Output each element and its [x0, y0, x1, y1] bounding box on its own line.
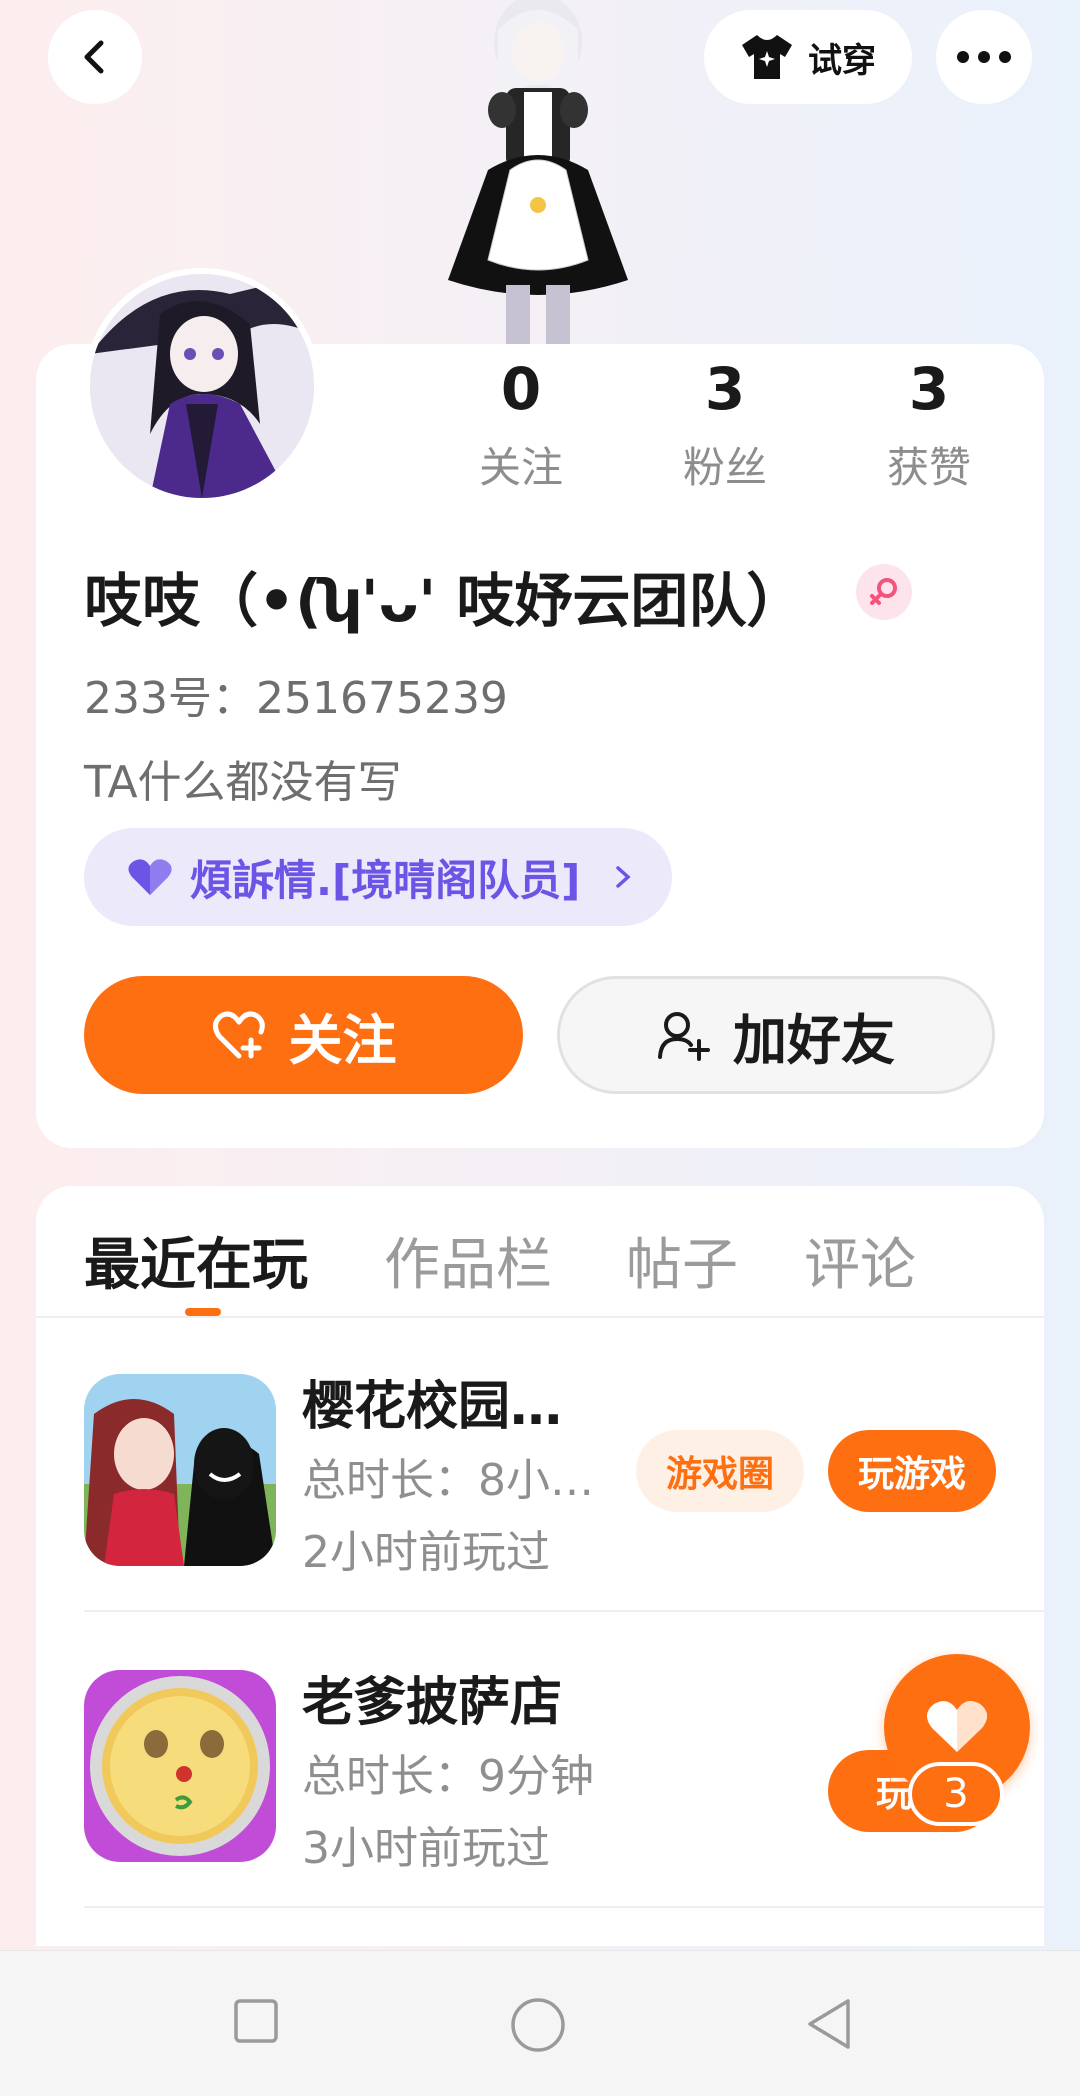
- game-last-played: 3小时前玩过: [302, 1823, 550, 1874]
- add-friend-button[interactable]: 加好友: [557, 976, 995, 1094]
- avatar-figure-image: [448, 0, 628, 345]
- content-card: 最近在玩 作品栏 帖子 评论 樱花校园… 总时长：8小… 2小时前玩过 游戏圈 …: [36, 1186, 1044, 1946]
- back-button[interactable]: [48, 10, 142, 104]
- list-item[interactable]: 樱花校园… 总时长：8小… 2小时前玩过 游戏圈 玩游戏: [84, 1318, 1044, 1612]
- female-gender-icon: [856, 564, 912, 620]
- heart-plus-icon: [212, 1011, 265, 1059]
- home-circle-icon[interactable]: [510, 1997, 566, 2053]
- game-last-played: 2小时前玩过: [302, 1527, 550, 1578]
- likes-label: 获赞: [886, 443, 971, 492]
- tab-recently-played[interactable]: 最近在玩: [84, 1220, 308, 1301]
- game-duration: 总时长：9分钟: [302, 1751, 594, 1802]
- more-dots-icon: [957, 51, 1011, 63]
- recents-square-icon[interactable]: [232, 1997, 280, 2045]
- game-duration: 总时长：8小…: [302, 1455, 594, 1506]
- game-circle-button[interactable]: 游戏圈: [636, 1430, 804, 1512]
- add-user-icon: [658, 1012, 710, 1061]
- tab-bar: 最近在玩 作品栏 帖子 评论: [36, 1186, 1044, 1318]
- tshirt-icon: [742, 35, 792, 79]
- tab-comments[interactable]: 评论: [804, 1220, 916, 1301]
- game-title: 樱花校园…: [302, 1377, 563, 1437]
- stat-likes[interactable]: 3 获赞: [849, 356, 1009, 495]
- game-title: 老爹披萨店: [302, 1673, 563, 1733]
- team-tag-label: 煩訴情.[境晴阁队员]: [190, 855, 581, 905]
- fans-label: 粉丝: [682, 443, 767, 492]
- user-id: 233号：251675239: [84, 673, 508, 724]
- user-bio: TA什么都没有写: [84, 757, 402, 808]
- like-count-badge: 3: [908, 1762, 1004, 1826]
- chevron-right-icon: [616, 866, 631, 888]
- user-name: 吱吱（•(ʮ'ᴗ' 吱妤云团队）: [84, 567, 805, 635]
- heart-icon: [128, 859, 172, 895]
- play-game-button[interactable]: 玩游戏: [828, 1430, 996, 1512]
- active-tab-indicator: [185, 1308, 221, 1316]
- follow-label: 关注: [288, 1008, 397, 1072]
- add-friend-label: 加好友: [733, 1008, 895, 1072]
- chevron-left-icon: [84, 40, 104, 74]
- game-icon-papa-pizzeria[interactable]: [84, 1670, 276, 1862]
- following-count: 0: [500, 355, 542, 423]
- likes-count: 3: [908, 355, 950, 423]
- more-options-button[interactable]: [936, 10, 1032, 104]
- user-avatar[interactable]: [84, 268, 320, 504]
- tab-works[interactable]: 作品栏: [384, 1220, 552, 1301]
- game-icon-sakura-school[interactable]: [84, 1374, 276, 1566]
- fans-count: 3: [704, 355, 746, 423]
- try-on-label: 试穿: [808, 40, 876, 81]
- follow-button[interactable]: 关注: [84, 976, 523, 1094]
- back-triangle-icon[interactable]: [804, 1997, 854, 2051]
- avatar-image: [90, 274, 314, 498]
- stat-fans[interactable]: 3 粉丝: [645, 356, 805, 495]
- following-label: 关注: [478, 443, 563, 492]
- stat-following[interactable]: 0 关注: [441, 356, 601, 495]
- try-on-button[interactable]: 试穿: [704, 10, 912, 104]
- system-navigation-bar: [0, 1950, 1080, 2096]
- tab-posts[interactable]: 帖子: [626, 1220, 738, 1301]
- team-tag[interactable]: 煩訴情.[境晴阁队员]: [84, 828, 672, 926]
- heart-icon: [926, 1701, 988, 1752]
